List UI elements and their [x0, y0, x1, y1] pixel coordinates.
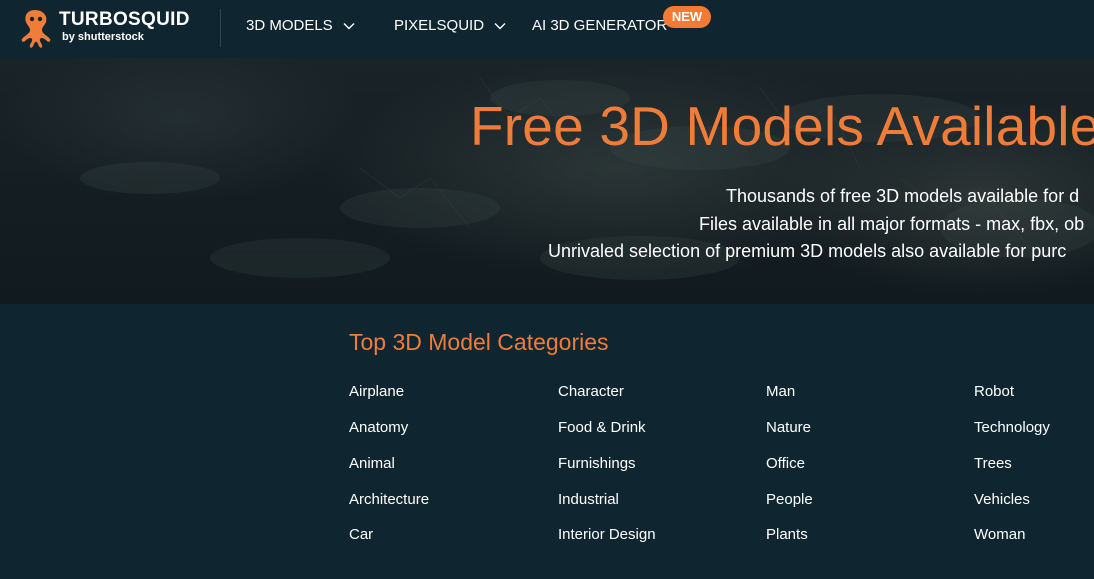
category-link[interactable]: Robot — [974, 383, 1014, 400]
category-link[interactable]: Technology — [974, 419, 1050, 436]
hero-line-3: Unrivaled selection of premium 3D models… — [548, 241, 1067, 261]
nav-3d-models[interactable]: 3D MODELS — [246, 17, 333, 34]
brand-name: TURBOSQUID — [59, 9, 190, 30]
hero-line-2: Files available in all major formats - m… — [699, 214, 1085, 234]
category-link[interactable]: Animal — [349, 455, 395, 472]
category-link[interactable]: Office — [766, 455, 805, 472]
category-link[interactable]: Character — [558, 383, 624, 400]
chevron-down-icon[interactable] — [342, 19, 356, 33]
category-link[interactable]: Anatomy — [349, 419, 408, 436]
category-link[interactable]: Woman — [974, 526, 1025, 543]
squid-logo-icon — [21, 10, 51, 48]
category-link[interactable]: Plants — [766, 526, 808, 543]
category-link[interactable]: Vehicles — [974, 491, 1030, 508]
chevron-down-icon[interactable] — [493, 19, 507, 33]
category-link[interactable]: Trees — [974, 455, 1012, 472]
category-link[interactable]: People — [766, 491, 813, 508]
nav-divider — [220, 9, 221, 47]
nav-pixelsquid[interactable]: PIXELSQUID — [394, 17, 484, 34]
category-link[interactable]: Airplane — [349, 383, 404, 400]
category-link[interactable]: Nature — [766, 419, 811, 436]
category-link[interactable]: Man — [766, 383, 795, 400]
brand-subtitle: by shutterstock — [62, 31, 144, 43]
nav-ai-3d-generator[interactable]: AI 3D GENERATOR — [532, 17, 667, 34]
new-badge: NEW — [663, 6, 711, 28]
category-link[interactable]: Food & Drink — [558, 419, 646, 436]
category-link[interactable]: Furnishings — [558, 455, 636, 472]
hero-title: Free 3D Models Available — [470, 95, 1094, 157]
category-link[interactable]: Industrial — [558, 491, 619, 508]
hero-banner: Free 3D Models Available Thousands of fr… — [0, 58, 1094, 304]
hero-line-1: Thousands of free 3D models available fo… — [726, 186, 1080, 206]
category-link[interactable]: Interior Design — [558, 526, 656, 543]
turbosquid-logo[interactable]: TURBOSQUID by shutterstock — [18, 7, 198, 49]
category-link[interactable]: Car — [349, 526, 373, 543]
top-navigation-bar: TURBOSQUID by shutterstock 3D MODELS PIX… — [0, 0, 1094, 58]
category-link[interactable]: Architecture — [349, 491, 429, 508]
categories-heading: Top 3D Model Categories — [349, 329, 609, 355]
